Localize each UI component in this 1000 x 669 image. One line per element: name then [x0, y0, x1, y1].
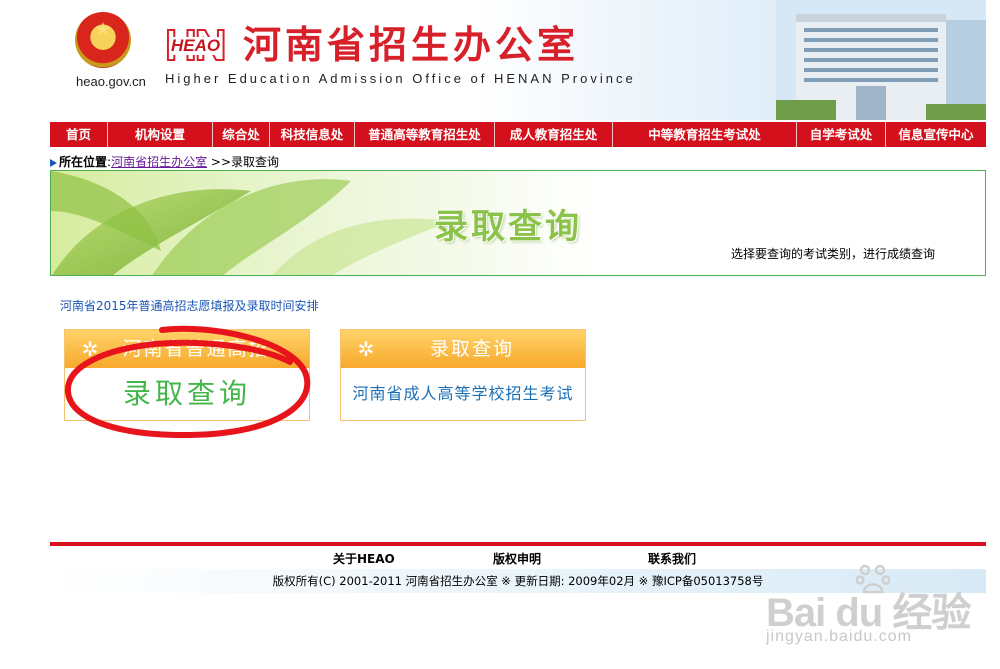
breadcrumb: 所在位置:河南省招生办公室 >>录取查询	[50, 154, 279, 170]
site-header: ★ heao.gov.cn HN HEAO 河南省招生办公室 Higher Ed…	[50, 0, 986, 120]
main-nav: 首页 机构设置 综合处 科技信息处 普通高等教育招生处 成人教育招生处 中等教育…	[50, 122, 986, 147]
card-header: ✲ 河南省普通高招	[65, 330, 309, 368]
office-building-image	[776, 0, 986, 120]
card-body-link[interactable]: 录取查询	[65, 368, 309, 420]
nav-item-secondary-ed[interactable]: 中等教育招生考试处	[613, 122, 797, 147]
card-header: ✲ 录取查询	[341, 330, 585, 368]
site-domain: heao.gov.cn	[76, 74, 146, 89]
arrow-right-icon	[50, 158, 57, 167]
breadcrumb-current: 录取查询	[231, 155, 280, 169]
footer-copyright-link[interactable]: 版权申明	[493, 550, 541, 567]
national-emblem-icon: ★	[75, 12, 131, 68]
site-title: 河南省招生办公室	[243, 22, 580, 67]
nav-item-organization[interactable]: 机构设置	[108, 122, 213, 147]
breadcrumb-label: 所在位置	[59, 155, 108, 169]
card-header-text: 河南省普通高招	[122, 338, 270, 360]
page-banner: 录取查询 选择要查询的考试类别，进行成绩查询	[50, 170, 986, 276]
card-header-text: 录取查询	[429, 338, 514, 360]
watermark-url: jingyan.baidu.com	[766, 628, 912, 645]
footer-divider	[50, 542, 986, 546]
site-subtitle: Higher Education Admission Office of HEN…	[165, 71, 636, 86]
footer-about-link[interactable]: 关于HEAO	[333, 550, 395, 567]
card-body-link[interactable]: 河南省成人高等学校招生考试	[341, 368, 585, 420]
query-card-adult-admission[interactable]: ✲ 录取查询 河南省成人高等学校招生考试	[340, 329, 586, 421]
nav-item-info-center[interactable]: 信息宣传中心	[886, 122, 986, 147]
nav-item-home[interactable]: 首页	[50, 122, 108, 147]
baidu-watermark: Bai du 经验 jingyan.baidu.com	[760, 560, 990, 660]
heao-logo-text: HEAO	[169, 36, 223, 55]
nav-item-tech-info[interactable]: 科技信息处	[270, 122, 355, 147]
footer-contact-link[interactable]: 联系我们	[648, 550, 696, 567]
query-card-general-admission[interactable]: ✲ 河南省普通高招 录取查询	[64, 329, 310, 421]
nav-item-adult-ed[interactable]: 成人教育招生处	[495, 122, 613, 147]
nav-item-self-study[interactable]: 自学考试处	[797, 122, 886, 147]
banner-title: 录取查询	[434, 207, 582, 247]
nav-item-general-office[interactable]: 综合处	[213, 122, 270, 147]
breadcrumb-home-link[interactable]: 河南省招生办公室	[111, 155, 207, 169]
nav-item-higher-ed[interactable]: 普通高等教育招生处	[355, 122, 495, 147]
schedule-notice-link[interactable]: 河南省2015年普通高招志愿填报及录取时间安排	[60, 297, 319, 314]
heao-logo: HN HEAO	[164, 23, 245, 69]
banner-hint: 选择要查询的考试类别，进行成绩查询	[731, 247, 936, 261]
